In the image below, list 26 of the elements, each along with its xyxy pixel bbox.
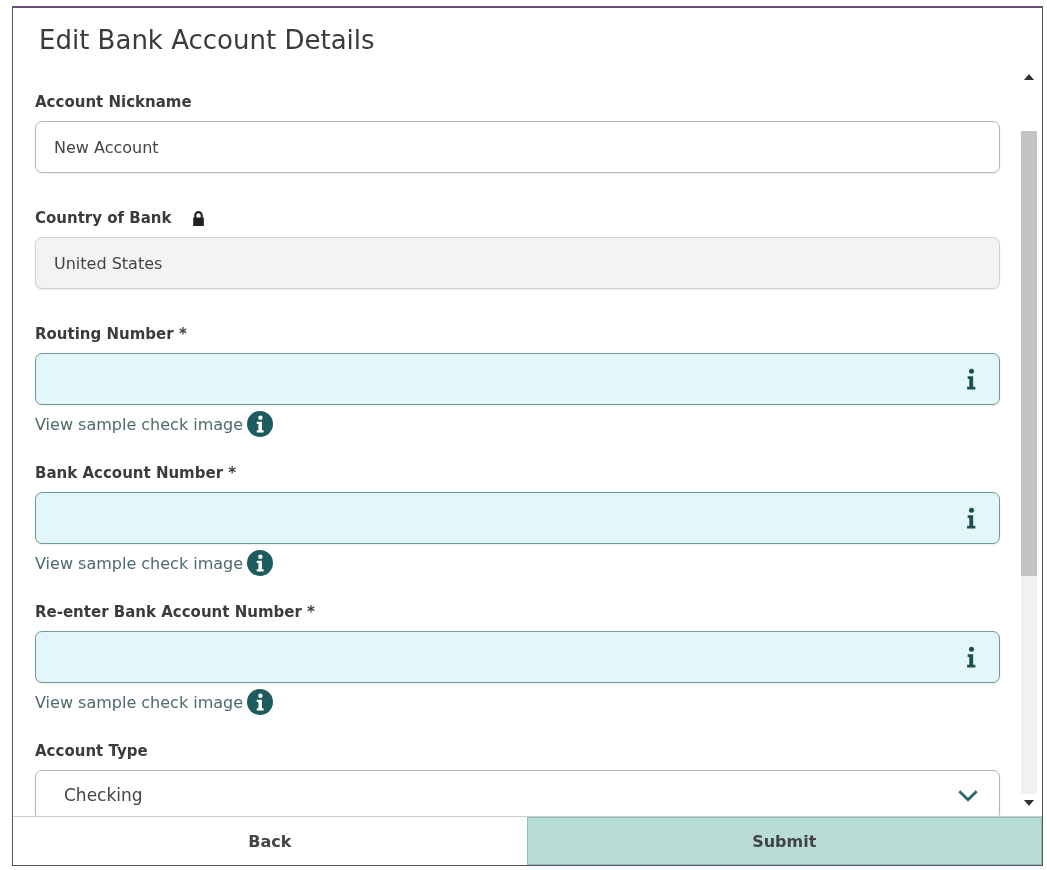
field-label: Routing Number *	[35, 325, 187, 343]
footer-button[interactable]: Submit	[526, 817, 1042, 865]
chevron-down-icon	[957, 788, 979, 802]
field-label: Account Nickname	[35, 93, 192, 111]
dialog-title: Edit Bank Account Details	[38, 24, 376, 57]
field-label: Re-enter Bank Account Number *	[35, 603, 315, 621]
field-label: Account Type	[35, 742, 148, 760]
info-icon[interactable]	[247, 550, 274, 576]
field-label: Bank Account Number *	[35, 464, 237, 482]
scroll-down-icon[interactable]	[1024, 800, 1034, 806]
field-label: Country of Bank	[35, 209, 172, 227]
input-field[interactable]	[35, 492, 1000, 544]
info-icon[interactable]	[966, 368, 977, 390]
scroll-up-icon[interactable]	[1024, 74, 1034, 80]
sample-check-link[interactable]: View sample check image	[35, 553, 244, 573]
input-field[interactable]	[35, 353, 1000, 405]
input-field[interactable]	[35, 631, 1000, 683]
sample-check-link[interactable]: View sample check image	[35, 414, 244, 434]
info-icon[interactable]	[966, 507, 977, 529]
input-field[interactable]: New Account	[35, 121, 1000, 173]
info-icon[interactable]	[247, 689, 274, 715]
input-field: United States	[35, 237, 1000, 289]
info-icon[interactable]	[247, 411, 274, 437]
sample-check-link[interactable]: View sample check image	[35, 692, 244, 712]
scrollbar-thumb[interactable]	[1021, 131, 1037, 576]
info-icon[interactable]	[966, 646, 977, 668]
